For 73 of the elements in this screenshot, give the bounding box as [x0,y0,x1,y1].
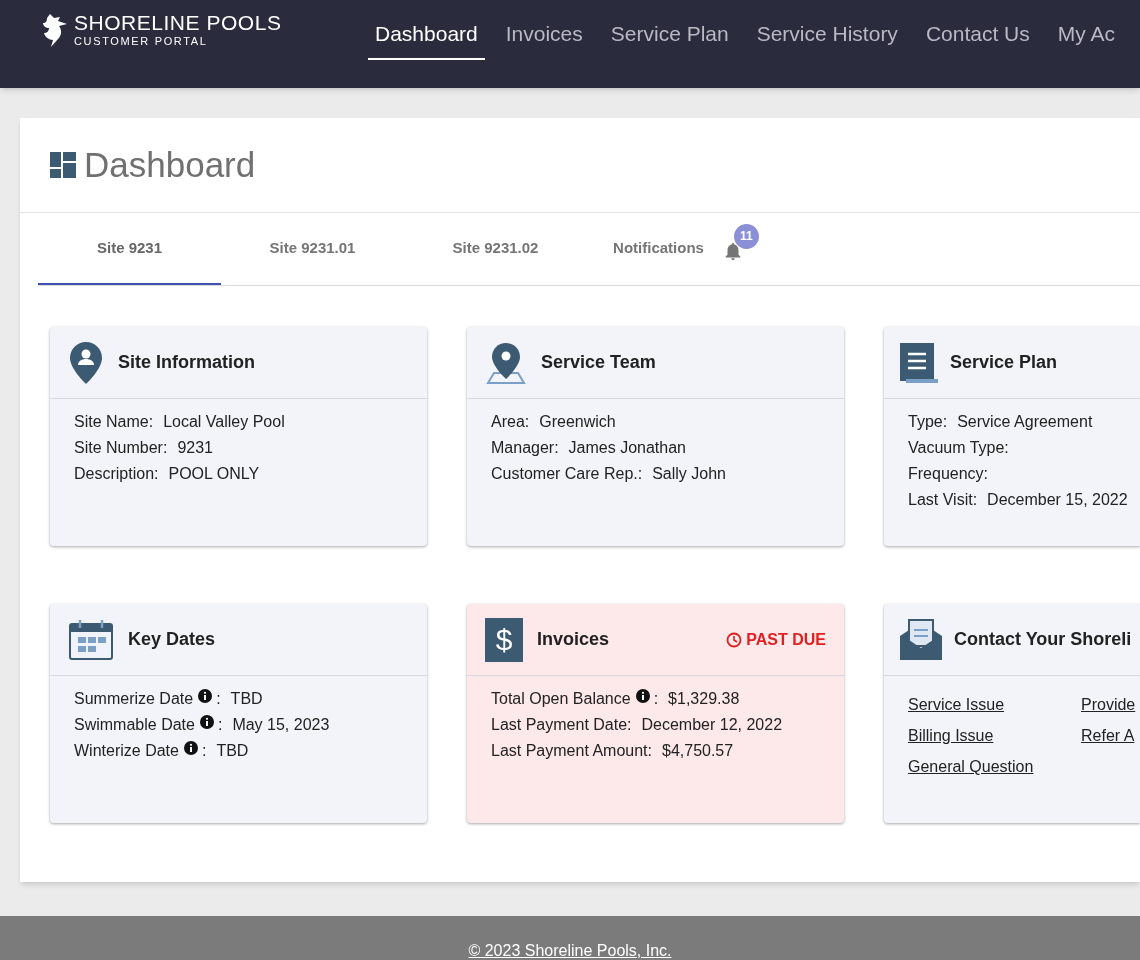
logo-subtitle: CUSTOMER PORTAL [74,34,209,48]
notification-count-badge: 11 [733,223,759,249]
field-value: Service Agreement [957,411,1093,432]
field-value: May 15, 2023 [232,714,330,735]
clock-icon [726,632,743,648]
info-icon [198,689,213,703]
nav-link[interactable]: Invoices [498,16,590,60]
field-label: Summerize Date [74,688,194,709]
calendar-icon [68,618,114,661]
field-value: $1,329.38 [668,688,740,709]
field-label: Manager: [491,437,559,458]
field-label: Site Name: [74,411,154,432]
dollar-icon: $ [485,617,523,662]
nav-link[interactable]: Service Plan [603,16,736,60]
card-title: Contact Your Shoreli [954,628,1133,651]
field-label: Area: [491,411,530,432]
field-value: $4,750.57 [662,740,734,761]
field-label: Last Payment Date: [491,714,632,735]
field-value: James Jonathan [568,437,686,458]
field-value: December 15, 2022 [987,489,1128,510]
card-title: Invoices [537,628,611,651]
field-label: Swimmable Date [74,714,195,735]
field-value: POOL ONLY [168,463,260,484]
field-value: Sally John [652,463,726,484]
field-label: Vacuum Type: [908,437,1009,458]
field-value: Greenwich [539,411,616,432]
dashboard-icon [50,152,76,178]
info-icon [635,689,650,703]
person-pin-icon [68,339,104,386]
field-value: Local Valley Pool [163,411,285,432]
contact-link[interactable]: Billing Issue [908,724,1081,746]
site-tab[interactable]: Site 9231.01 [221,214,404,285]
contact-link[interactable]: Refer A [1081,724,1140,746]
field-label: Type: [908,411,948,432]
site-tab[interactable]: Site 9231.02 [404,214,587,285]
nav-link[interactable]: My Ac [1050,16,1122,60]
info-icon [183,741,198,755]
field-label: Frequency: [908,463,989,484]
contact-link[interactable]: Provide [1081,693,1140,715]
envelope-icon [898,617,944,662]
field-colon: : [201,740,207,761]
field-value: 9231 [177,437,213,458]
card-title: Service Team [541,351,657,374]
field-label: Customer Care Rep.: [491,463,643,484]
field-label: Description: [74,463,159,484]
contact-link[interactable]: General Question [908,755,1081,777]
field-label: Winterize Date [74,740,179,761]
nav-link[interactable]: Contact Us [918,16,1037,60]
field-label: Last Visit: [908,489,978,510]
info-icon [199,715,214,729]
field-colon: : [653,688,659,709]
page-title: Dashboard [84,143,256,186]
document-icon [898,340,940,385]
card-title: Key Dates [128,628,217,651]
field-value: December 12, 2022 [641,714,783,735]
field-label: Site Number: [74,437,168,458]
card-title: Service Plan [950,351,1059,374]
field-colon: : [217,714,223,735]
field-colon: : [216,688,221,709]
site-tab[interactable]: Site 9231 [38,214,221,285]
field-value: TBD [230,688,263,709]
map-pin-icon [485,340,527,385]
nav-link[interactable]: Service History [749,16,905,60]
nav-link[interactable]: Dashboard [368,16,485,60]
logo-title: SHORELINE POOLS [74,12,282,34]
card-title: Site Information [118,351,256,374]
field-value: TBD [216,740,249,761]
field-label: Last Payment Amount: [491,740,652,761]
contact-link[interactable]: Service Issue [908,693,1081,715]
field-label: Total Open Balance [491,688,631,709]
site-tab[interactable]: Notifications 11 [587,214,770,285]
past-due-status: PAST DUE [726,628,826,652]
copyright-link[interactable]: © 2023 Shoreline Pools, Inc. [468,941,672,960]
